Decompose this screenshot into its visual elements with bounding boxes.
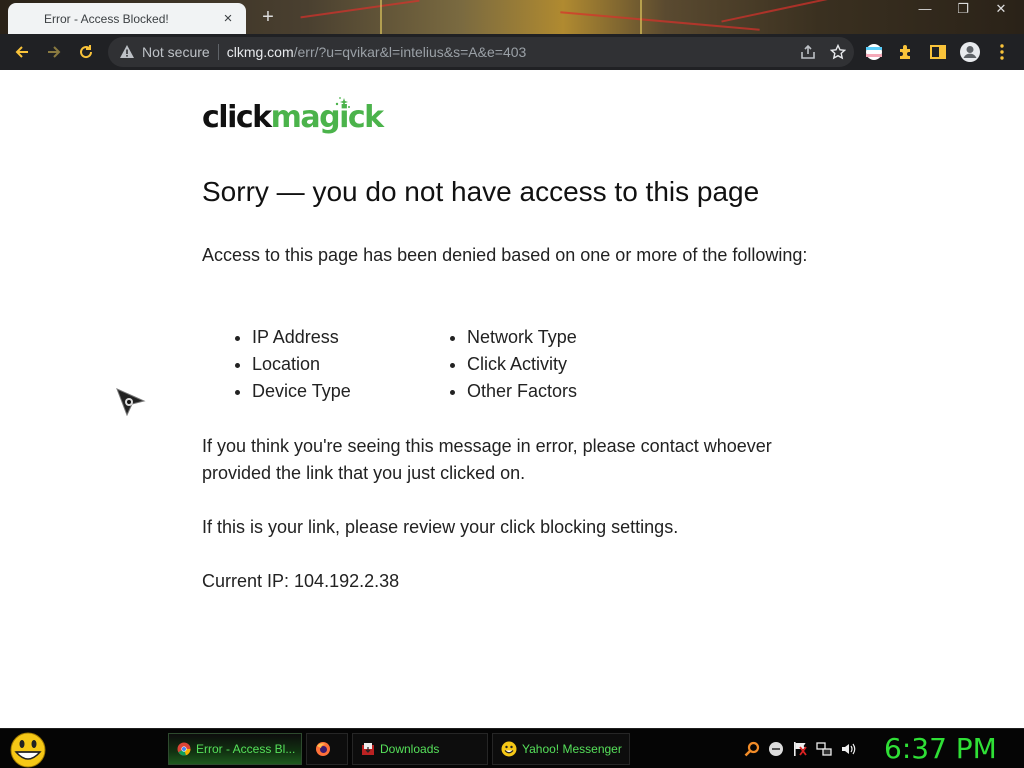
account-icon[interactable] [958,40,982,64]
reload-button[interactable] [70,36,102,68]
divider [217,44,219,60]
flag-icon[interactable] [792,741,808,757]
forward-button[interactable] [38,36,70,68]
list-item: Click Activity [467,351,577,378]
wallpaper-streak [380,0,382,34]
taskbar-clock[interactable]: 6:37 PM [884,732,997,765]
page-content: clickmagick Sorry — you do not have acce… [0,70,1024,728]
task-firefox[interactable] [306,733,348,765]
restore-button[interactable]: ❐ [944,0,982,20]
taskbar: Error - Access Bl... Downloads Yahoo! Me… [0,728,1024,768]
share-icon[interactable] [800,44,816,60]
menu-icon[interactable] [990,40,1014,64]
back-button[interactable] [6,36,38,68]
profile-flag-icon[interactable] [862,40,886,64]
warning-icon[interactable] [118,43,136,61]
error-note: If you think you're seeing this message … [202,436,772,483]
network-icon[interactable] [816,741,832,757]
list-item: Location [252,351,351,378]
extensions-icon[interactable] [894,40,918,64]
wallpaper-streak [640,0,642,34]
search-icon[interactable] [744,741,760,757]
tab-close-icon[interactable]: × [220,10,236,27]
new-tab-button[interactable]: + [258,7,278,27]
toolbar-icons [862,36,1014,68]
task-downloads[interactable]: Downloads [352,733,488,765]
factor-list-left: IP Address Location Device Type [232,324,351,405]
url-path: /err/?u=qvikar&l=intelius&s=A&e=403 [293,44,527,60]
tab-title: Error - Access Blocked! [44,11,169,26]
minimize-button[interactable]: — [906,0,944,20]
wallpaper-streak [721,0,859,23]
firefox-icon [316,742,330,756]
reload-icon [80,45,93,59]
volume-icon[interactable] [840,741,856,757]
page-title: Sorry — you do not have access to this p… [202,176,760,207]
task-label: Error - Access Bl... [196,742,296,756]
factor-list-right: Network Type Click Activity Other Factor… [447,324,577,405]
address-bar[interactable]: Not secure clkmg.com/err/?u=qvikar&l=int… [108,37,854,67]
task-label: Yahoo! Messenger [522,742,622,756]
list-item: Other Factors [467,378,577,405]
browser-toolbar: Not secure clkmg.com/err/?u=qvikar&l=int… [0,34,1024,70]
sparkle-icon [335,97,350,108]
forward-arrow-icon [48,46,61,58]
task-yahoo-messenger[interactable]: Yahoo! Messenger [492,733,630,765]
side-panel-icon[interactable] [926,40,950,64]
security-status[interactable]: Not secure [142,44,210,60]
intro-text: Access to this page has been denied base… [202,245,808,265]
mouse-cursor-icon [116,388,146,416]
current-ip: Current IP: 104.192.2.38 [202,571,400,591]
folder-icon [362,743,374,755]
owner-note: If this is your link, please review your… [202,517,679,537]
list-item: Device Type [252,378,351,405]
task-label: Downloads [380,742,440,756]
wallpaper-streak [560,11,760,31]
task-chrome[interactable]: Error - Access Bl... [168,733,302,765]
back-arrow-icon [15,46,28,58]
browser-tab[interactable]: Error - Access Blocked! × [8,3,246,34]
list-item: IP Address [252,324,351,351]
clickmagick-logo: clickmagick [202,100,384,135]
list-item: Network Type [467,324,577,351]
close-window-button[interactable]: ✕ [982,0,1020,20]
wallpaper-streak [300,0,420,19]
chrome-icon [177,742,191,756]
system-tray [744,737,856,761]
window-controls: — ❐ ✕ [906,0,1020,20]
messenger-tray-icon[interactable] [768,741,784,757]
url-host: clkmg.com [226,44,294,60]
tab-strip: Error - Access Blocked! × + — ❐ ✕ [0,0,1024,34]
omnibox-actions [800,37,846,67]
yahoo-messenger-icon [501,741,517,757]
star-icon[interactable] [830,44,846,60]
smiley-start-icon[interactable] [8,732,48,768]
